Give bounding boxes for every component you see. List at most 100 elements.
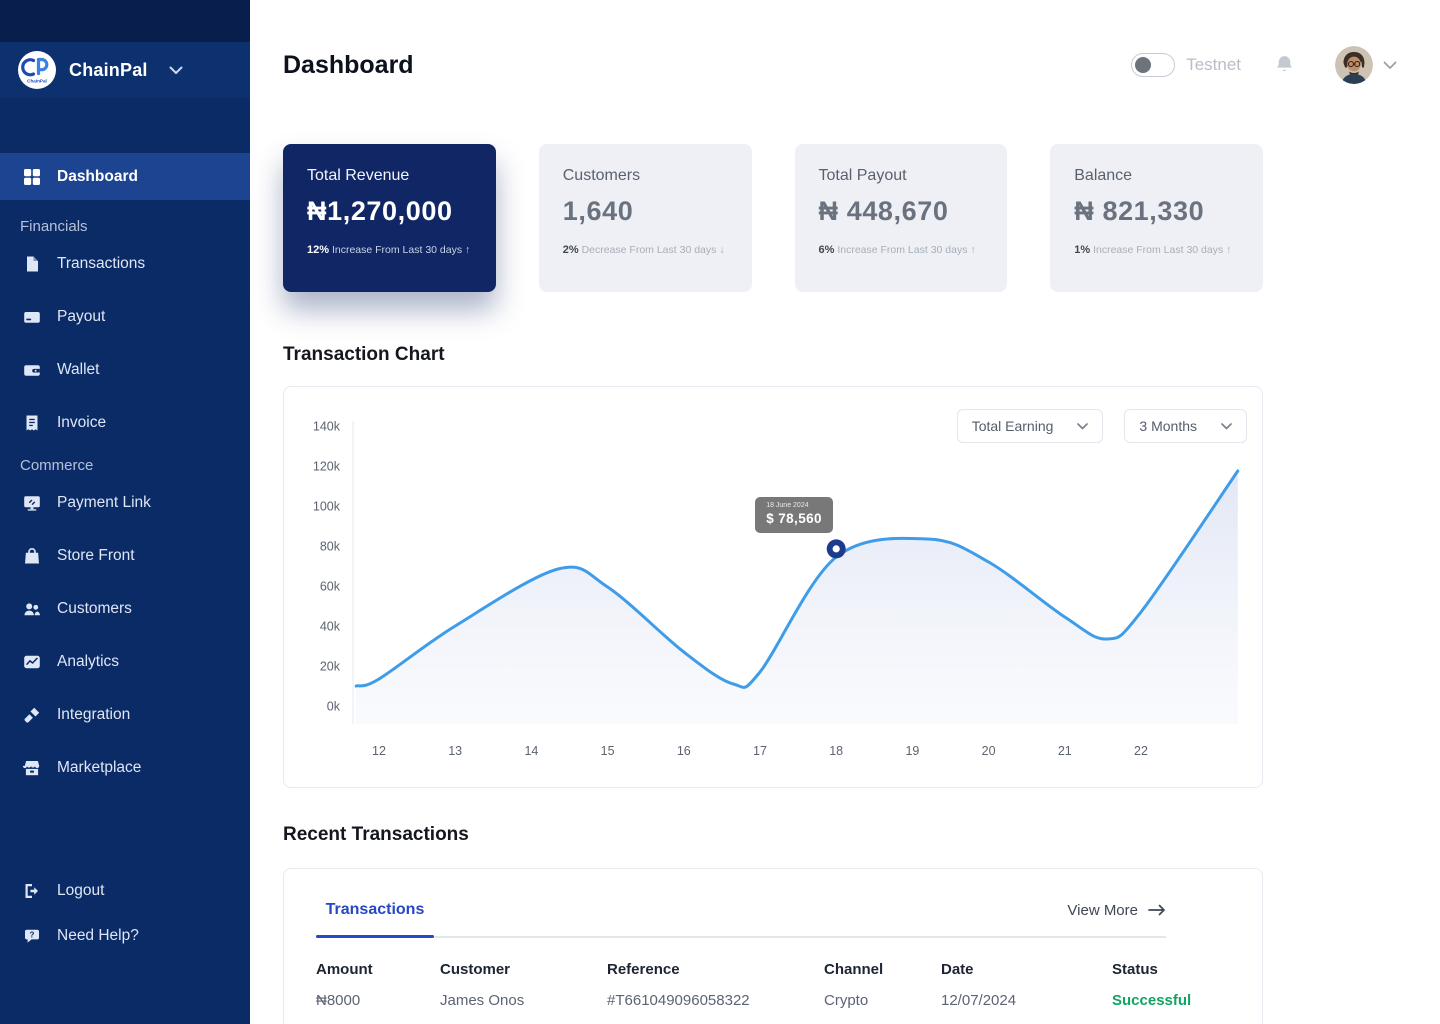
notification-bell-icon[interactable] xyxy=(1274,54,1295,76)
sidebar-nav: Dashboard FinancialsTransactions Payout Wal… xyxy=(0,153,250,794)
status-badge: Successful xyxy=(1112,992,1191,1009)
x-tick-label: 17 xyxy=(753,744,767,758)
chart-tooltip: 18 June 2024 $ 78,560 xyxy=(755,497,833,533)
period-select[interactable]: 3 Months xyxy=(1124,409,1247,443)
y-tick-label: 20k xyxy=(320,660,341,674)
tooltip-date: 18 June 2024 xyxy=(766,502,822,509)
brand[interactable]: ChainPal ChainPal xyxy=(0,42,250,98)
sidebar-item-label: Dashboard xyxy=(57,168,138,186)
tab-transactions[interactable]: Transactions xyxy=(316,901,434,919)
x-tick-label: 16 xyxy=(677,744,691,758)
cell-channel: Crypto xyxy=(824,992,941,1009)
stat-card-change: 1% Increase From Last 30 days ↑ xyxy=(1074,244,1239,256)
chainpal-logo-icon: ChainPal xyxy=(18,51,56,89)
x-tick-label: 21 xyxy=(1058,744,1072,758)
active-tab-indicator xyxy=(316,935,434,938)
cell-amount: ₦8000 xyxy=(316,992,440,1009)
stat-card-change-text: Decrease From Last 30 days xyxy=(579,244,720,256)
stat-card-percent: 1% xyxy=(1074,244,1090,256)
sidebar-footer: Logout ?Need Help? xyxy=(0,868,250,1024)
payout-card-icon xyxy=(22,308,42,326)
stat-card-value: 1,640 xyxy=(563,196,728,227)
sidebar-item-payment-link[interactable]: Payment Link xyxy=(0,476,250,529)
logout-icon xyxy=(22,882,42,900)
y-tick-label: 60k xyxy=(320,580,341,594)
transactions-file-icon xyxy=(22,255,42,273)
integration-icon xyxy=(22,706,42,724)
table-body: ₦8000James Onos#T661049096058322Crypto12… xyxy=(316,992,1230,1009)
y-tick-label: 120k xyxy=(313,460,341,474)
sidebar-item-label: Analytics xyxy=(57,653,119,671)
nav-section-label: Commerce xyxy=(0,455,250,476)
sidebar-item-store-front[interactable]: Store Front xyxy=(0,529,250,582)
x-tick-label: 14 xyxy=(524,744,538,758)
sidebar-item-invoice[interactable]: Invoice xyxy=(0,396,250,449)
transaction-chart-card: Total Earning 3 Months 0k20k40k60k80k100… xyxy=(283,386,1263,788)
sidebar-item-wallet[interactable]: Wallet xyxy=(0,343,250,396)
arrow-right-icon xyxy=(1148,904,1166,916)
cell-reference: #T661049096058322 xyxy=(607,992,824,1009)
stat-card-label: Customers xyxy=(563,167,728,185)
chevron-down-icon xyxy=(1221,423,1232,430)
nav-section-label: Financials xyxy=(0,216,250,237)
stat-card-total-revenue: Total Revenue₦1,270,00012% Increase From… xyxy=(283,144,496,292)
tab-divider xyxy=(316,936,1166,938)
sidebar-item-marketplace[interactable]: Marketplace xyxy=(0,741,250,794)
column-header-customer: Customer xyxy=(440,961,607,978)
y-tick-label: 40k xyxy=(320,620,341,634)
sidebar-item-integration[interactable]: Integration xyxy=(0,688,250,741)
wallet-icon xyxy=(22,361,42,379)
transactions-table-card: Transactions View More AmountCustomerRef… xyxy=(283,868,1263,1024)
page-title: Dashboard xyxy=(283,51,414,80)
stat-card-value: ₦1,270,000 xyxy=(307,196,472,227)
sidebar-item-label: Store Front xyxy=(57,547,135,565)
column-header-status: Status xyxy=(1112,961,1166,978)
svg-text:?: ? xyxy=(30,930,35,939)
sidebar-top-strip xyxy=(0,0,250,42)
cell-date: 12/07/2024 xyxy=(941,992,1112,1009)
stat-card-change-text: Increase From Last 30 days xyxy=(834,244,970,256)
analytics-icon xyxy=(22,653,42,671)
sidebar-item-label: Payout xyxy=(57,308,105,326)
stat-card-balance: Balance₦ 821,3301% Increase From Last 30… xyxy=(1050,144,1263,292)
testnet-toggle[interactable] xyxy=(1131,53,1175,77)
store-front-icon xyxy=(22,547,42,565)
dashboard-grid-icon xyxy=(22,168,42,186)
column-header-reference: Reference xyxy=(607,961,824,978)
chevron-down-icon xyxy=(1077,423,1088,430)
y-tick-label: 80k xyxy=(320,540,341,554)
sidebar-item-customers[interactable]: Customers xyxy=(0,582,250,635)
earnings-line-chart: 0k20k40k60k80k100k120k140k12131415161718… xyxy=(284,387,1264,789)
sidebar-item-logout[interactable]: Logout xyxy=(0,868,250,913)
chevron-down-icon[interactable] xyxy=(169,66,183,75)
x-tick-label: 22 xyxy=(1134,744,1148,758)
table-row[interactable]: ₦8000James Onos#T661049096058322Crypto12… xyxy=(316,992,1166,1009)
sidebar-item-need-help[interactable]: ?Need Help? xyxy=(0,913,250,958)
x-tick-label: 13 xyxy=(448,744,462,758)
view-more-link[interactable]: View More xyxy=(1067,902,1166,919)
sidebar-item-payout[interactable]: Payout xyxy=(0,290,250,343)
stat-card-customers: Customers1,6402% Decrease From Last 30 d… xyxy=(539,144,752,292)
sidebar-item-dashboard[interactable]: Dashboard xyxy=(0,153,250,200)
sidebar-item-transactions[interactable]: Transactions xyxy=(0,237,250,290)
sidebar-item-label: Customers xyxy=(57,600,132,618)
customers-icon xyxy=(22,600,42,618)
stat-cards: Total Revenue₦1,270,00012% Increase From… xyxy=(283,144,1263,292)
sidebar-item-analytics[interactable]: Analytics xyxy=(0,635,250,688)
toggle-knob xyxy=(1135,57,1151,73)
cell-customer: James Onos xyxy=(440,992,607,1009)
chart-highlight-point-center xyxy=(833,545,840,552)
stat-card-change: 12% Increase From Last 30 days ↑ xyxy=(307,244,472,256)
chevron-down-icon[interactable] xyxy=(1383,61,1397,70)
arrow-up-icon: ↑ xyxy=(1226,244,1231,256)
brand-name: ChainPal xyxy=(69,60,148,81)
view-more-label: View More xyxy=(1067,902,1138,919)
user-avatar[interactable] xyxy=(1335,46,1373,84)
help-icon: ? xyxy=(22,927,42,945)
y-tick-label: 0k xyxy=(327,700,341,714)
sidebar-item-label: Logout xyxy=(57,882,104,900)
chart-section-title: Transaction Chart xyxy=(283,344,1440,366)
arrow-up-icon: ↑ xyxy=(970,244,975,256)
stat-card-change-text: Increase From Last 30 days xyxy=(1090,244,1226,256)
metric-select[interactable]: Total Earning xyxy=(957,409,1104,443)
